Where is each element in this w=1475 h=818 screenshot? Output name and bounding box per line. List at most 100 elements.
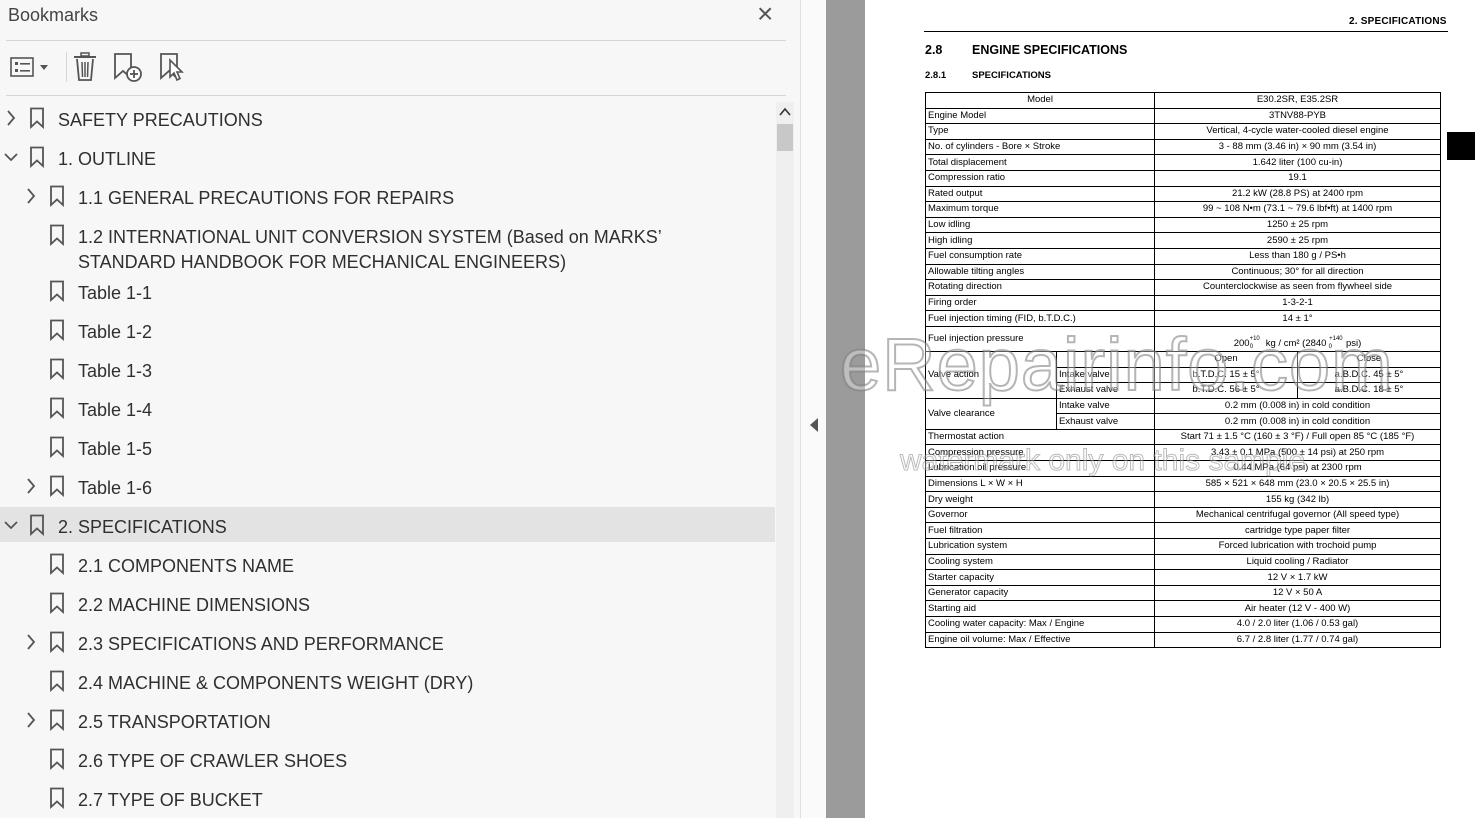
bookmark-item[interactable]: 2.1 COMPONENTS NAME	[0, 546, 775, 581]
table-row: Engine Model 3TNV88-PYB	[925, 107, 1442, 125]
engine-spec-table: Model E30.2SR, E35.2SR Engine Model 3TNV8…	[925, 92, 1442, 649]
spec-value: 0.44 MPa (64 psi) at 2300 rpm	[1153, 460, 1442, 477]
scrollbar-thumb[interactable]	[777, 124, 793, 151]
bookmark-item[interactable]: SAFETY PRECAUTIONS	[0, 100, 775, 135]
table-header-row: Model E30.2SR, E35.2SR	[925, 92, 1442, 109]
bookmark-item[interactable]: 2.2 MACHINE DIMENSIONS	[0, 585, 775, 620]
exhaust-open-value: b.T.D.C. 56 ± 5°	[1154, 382, 1298, 399]
bookmark-item[interactable]: Table 1-2	[0, 312, 775, 347]
bookmark-label: 1.2 INTERNATIONAL UNIT CONVERSION SYSTEM…	[78, 227, 662, 272]
bookmark-label: 2.3 SPECIFICATIONS AND PERFORMANCE	[78, 634, 444, 654]
bookmark-find-icon	[160, 53, 184, 82]
table-row: Allowable tilting angles Continuous; 30° …	[925, 263, 1442, 281]
bookmark-item[interactable]: 1. OUTLINE	[0, 139, 775, 174]
spec-label: Firing order	[925, 294, 1155, 312]
spec-value: Vertical, 4-cycle water-cooled diesel en…	[1153, 123, 1442, 140]
chevron-right-icon[interactable]	[24, 711, 38, 729]
spec-value: Forced lubrication with trochoid pump	[1153, 538, 1442, 555]
spec-label: Low idling	[925, 216, 1155, 234]
toolbar-separator	[66, 52, 67, 82]
bookmark-icon	[49, 592, 65, 615]
table-row: Fuel injection pressure 200+100 kg / cm²…	[925, 325, 1442, 352]
bookmark-item[interactable]: 2.6 TYPE OF CRAWLER SHOES	[0, 741, 775, 776]
spec-value: 14 ± 1°	[1153, 310, 1442, 327]
options-menu-button[interactable]	[6, 48, 52, 86]
table-row: Dimensions L × W × H 585 × 521 × 648 mm (…	[925, 475, 1442, 493]
bookmark-item[interactable]: Table 1-3	[0, 351, 775, 386]
table-row: Lubrication oil pressure 0.44 MPa (64 psi…	[925, 460, 1442, 477]
list-options-icon	[10, 57, 48, 77]
table-row: Governor Mechanical centrifugal governor …	[925, 506, 1442, 524]
bookmark-item[interactable]: Table 1-6	[0, 468, 775, 503]
table-row: No. of cylinders - Bore × Stroke 3 - 88 m…	[925, 138, 1442, 156]
table-row: Type Vertical, 4-cycle water-cooled diese…	[925, 123, 1442, 140]
table-row: Compression pressure 3.43 ± 0.1 MPa (500 …	[925, 444, 1442, 462]
chevron-right-icon[interactable]	[4, 109, 18, 127]
bookmark-item[interactable]: 1.1 GENERAL PRECAUTIONS FOR REPAIRS	[0, 178, 775, 213]
spec-label: No. of cylinders - Bore × Stroke	[925, 138, 1155, 156]
find-bookmark-button[interactable]	[156, 48, 190, 86]
spec-value: 12 V × 1.7 kW	[1153, 569, 1442, 586]
chevron-down-icon[interactable]	[4, 516, 18, 534]
table-row: Starting aid Air heater (12 V - 400 W)	[925, 600, 1442, 617]
bookmark-label: 2.2 MACHINE DIMENSIONS	[78, 595, 311, 615]
bookmark-item[interactable]: 2.7 TYPE OF BUCKET	[0, 780, 775, 815]
panel-splitter[interactable]	[800, 0, 827, 818]
collapse-panel-icon[interactable]	[810, 418, 818, 432]
bookmark-item[interactable]: 2.3 SPECIFICATIONS AND PERFORMANCE	[0, 624, 775, 659]
table-row: Starter capacity 12 V × 1.7 kW	[925, 569, 1442, 586]
bookmark-icon	[49, 475, 65, 498]
new-bookmark-button[interactable]	[110, 48, 146, 86]
bookmark-item[interactable]: 2.4 MACHINE & COMPONENTS WEIGHT (DRY)	[0, 663, 775, 698]
valve-action-blank	[1056, 350, 1155, 368]
spec-label: Starting aid	[925, 600, 1155, 617]
chevron-right-icon[interactable]	[24, 633, 38, 651]
scroll-up-icon[interactable]	[779, 106, 791, 118]
table-row: Engine oil volume: Max / Effective 6.7 / …	[925, 631, 1442, 649]
bookmark-item[interactable]: 2. SPECIFICATIONS	[0, 507, 775, 542]
bookmark-item[interactable]: 1.2 INTERNATIONAL UNIT CONVERSION SYSTEM…	[0, 217, 775, 275]
bookmark-item[interactable]: 2.5 TRANSPORTATION	[0, 702, 775, 737]
bookmark-item[interactable]: Table 1-4	[0, 390, 775, 425]
bookmark-label: 1. OUTLINE	[58, 149, 157, 169]
spec-label: Starter capacity	[925, 569, 1155, 586]
spec-label: Dimensions L × W × H	[925, 475, 1155, 493]
spec-value: 19.1	[1153, 169, 1442, 187]
bookmarks-scrollbar[interactable]	[776, 102, 794, 818]
table-row: High idling 2590 ± 25 rpm	[925, 232, 1442, 249]
spec-label: Engine oil volume: Max / Effective	[925, 631, 1155, 649]
valve-clearance-label: Valve clearance	[925, 397, 1057, 430]
fuel-pressure-value: 200+100 kg / cm² (2840 +1400 psi)	[1153, 325, 1442, 352]
spec-label: Lubrication oil pressure	[925, 460, 1155, 477]
spec-value: Less than 180 g / PS•h	[1153, 247, 1442, 265]
bookmarks-tree: SAFETY PRECAUTIONS 1. OUTLINE 1.1 GENERAL …	[0, 100, 775, 818]
bookmark-icon	[49, 553, 65, 576]
bookmark-icon	[29, 514, 45, 537]
section-title: ENGINE SPECIFICATIONS	[972, 43, 1128, 57]
spec-label: Fuel consumption rate	[925, 247, 1155, 265]
bookmark-icon	[49, 224, 65, 247]
bookmark-item[interactable]: Table 1-1	[0, 273, 775, 308]
intake-valve-label: Intake valve	[1056, 366, 1155, 384]
spec-value: 2590 ± 25 rpm	[1153, 232, 1442, 249]
spec-value: 21.2 kW (28.8 PS) at 2400 rpm	[1153, 185, 1442, 203]
table-row: Lubrication system Forced lubrication wit…	[925, 538, 1442, 555]
chevron-right-icon[interactable]	[24, 187, 38, 205]
bookmarks-panel: Bookmarks × SAFETY PRECAUTIONS 1. OUTLIN…	[0, 0, 800, 818]
bookmark-label: Table 1-3	[78, 361, 153, 381]
table-row: Maximum torque 99 ~ 108 N•m (73.1 ~ 79.6 …	[925, 201, 1442, 218]
bookmark-icon	[49, 787, 65, 810]
delete-bookmark-button[interactable]	[70, 48, 100, 86]
bookmark-item[interactable]: Table 1-5	[0, 429, 775, 464]
chevron-right-icon[interactable]	[24, 477, 38, 495]
table-row: Firing order 1-3-2-1	[925, 294, 1442, 312]
subsection-number: 2.8.1	[925, 70, 947, 81]
table-row: Valve action Open Close	[925, 350, 1442, 399]
table-row: Rotating direction Counterclockwise as se…	[925, 279, 1442, 296]
spec-label: Cooling water capacity: Max / Engine	[925, 616, 1155, 633]
chevron-down-icon[interactable]	[4, 148, 18, 166]
subsection-title: SPECIFICATIONS	[972, 70, 1051, 81]
bookmark-icon	[49, 319, 65, 342]
close-icon[interactable]: ×	[757, 0, 773, 28]
bookmark-label: 2. SPECIFICATIONS	[58, 517, 227, 537]
